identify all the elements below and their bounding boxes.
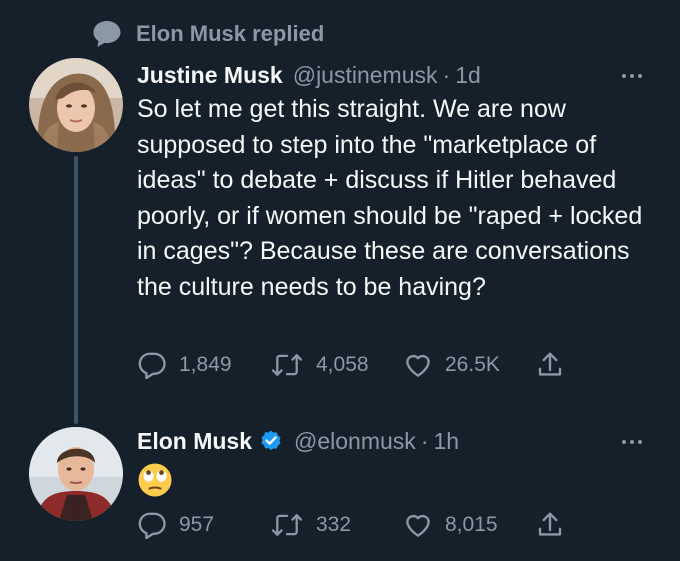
avatar-elon-musk[interactable]	[29, 427, 123, 521]
tweet-actions: 1,849 4,058 26.5K	[137, 348, 577, 382]
share-icon	[535, 510, 565, 540]
tweet-text: So let me get this straight. We are now …	[137, 95, 643, 301]
avatar-justine-musk[interactable]	[29, 58, 123, 152]
heart-icon	[403, 350, 433, 380]
verified-badge-icon	[258, 429, 284, 455]
like-count: 26.5K	[445, 353, 500, 376]
timestamp[interactable]: 1h	[433, 428, 459, 455]
user-handle[interactable]: @elonmusk	[294, 428, 416, 455]
more-options-icon[interactable]	[622, 74, 642, 78]
tweet-actions: 957 332 8,015	[137, 508, 577, 542]
like-button[interactable]: 26.5K	[403, 348, 500, 382]
reply-count: 1,849	[179, 353, 232, 376]
share-button[interactable]	[535, 348, 565, 382]
separator-dot: ·	[420, 428, 429, 454]
share-icon	[535, 350, 565, 380]
retweet-count: 332	[316, 513, 352, 536]
user-handle[interactable]: @justinemusk	[293, 62, 438, 89]
retweet-icon	[270, 510, 304, 540]
retweet-icon	[270, 350, 304, 380]
reply-icon	[137, 510, 167, 540]
retweet-button[interactable]: 332	[270, 508, 351, 542]
share-button[interactable]	[535, 508, 565, 542]
more-options-icon[interactable]	[622, 440, 642, 444]
tweet-header: Elon Musk @elonmusk · 1h	[137, 428, 459, 455]
separator-dot: ·	[442, 62, 451, 88]
reply-count: 957	[179, 513, 215, 536]
like-count: 8,015	[445, 513, 498, 536]
timestamp[interactable]: 1d	[455, 62, 481, 89]
retweet-button[interactable]: 4,058	[270, 348, 369, 382]
reply-button[interactable]: 1,849	[137, 348, 232, 382]
reply-icon	[137, 350, 167, 380]
display-name[interactable]: Justine Musk	[137, 62, 283, 89]
display-name[interactable]: Elon Musk	[137, 428, 252, 455]
retweet-count: 4,058	[316, 353, 369, 376]
context-label: Elon Musk replied	[136, 21, 325, 46]
speech-bubble-icon	[92, 20, 122, 48]
social-context[interactable]: Elon Musk replied	[92, 20, 324, 48]
reply-button[interactable]: 957	[137, 508, 214, 542]
thread-connector-line	[74, 156, 78, 424]
rolling-eyes-emoji-icon	[137, 462, 173, 498]
heart-icon	[403, 510, 433, 540]
tweet-header: Justine Musk @justinemusk · 1d	[137, 62, 481, 89]
like-button[interactable]: 8,015	[403, 508, 498, 542]
